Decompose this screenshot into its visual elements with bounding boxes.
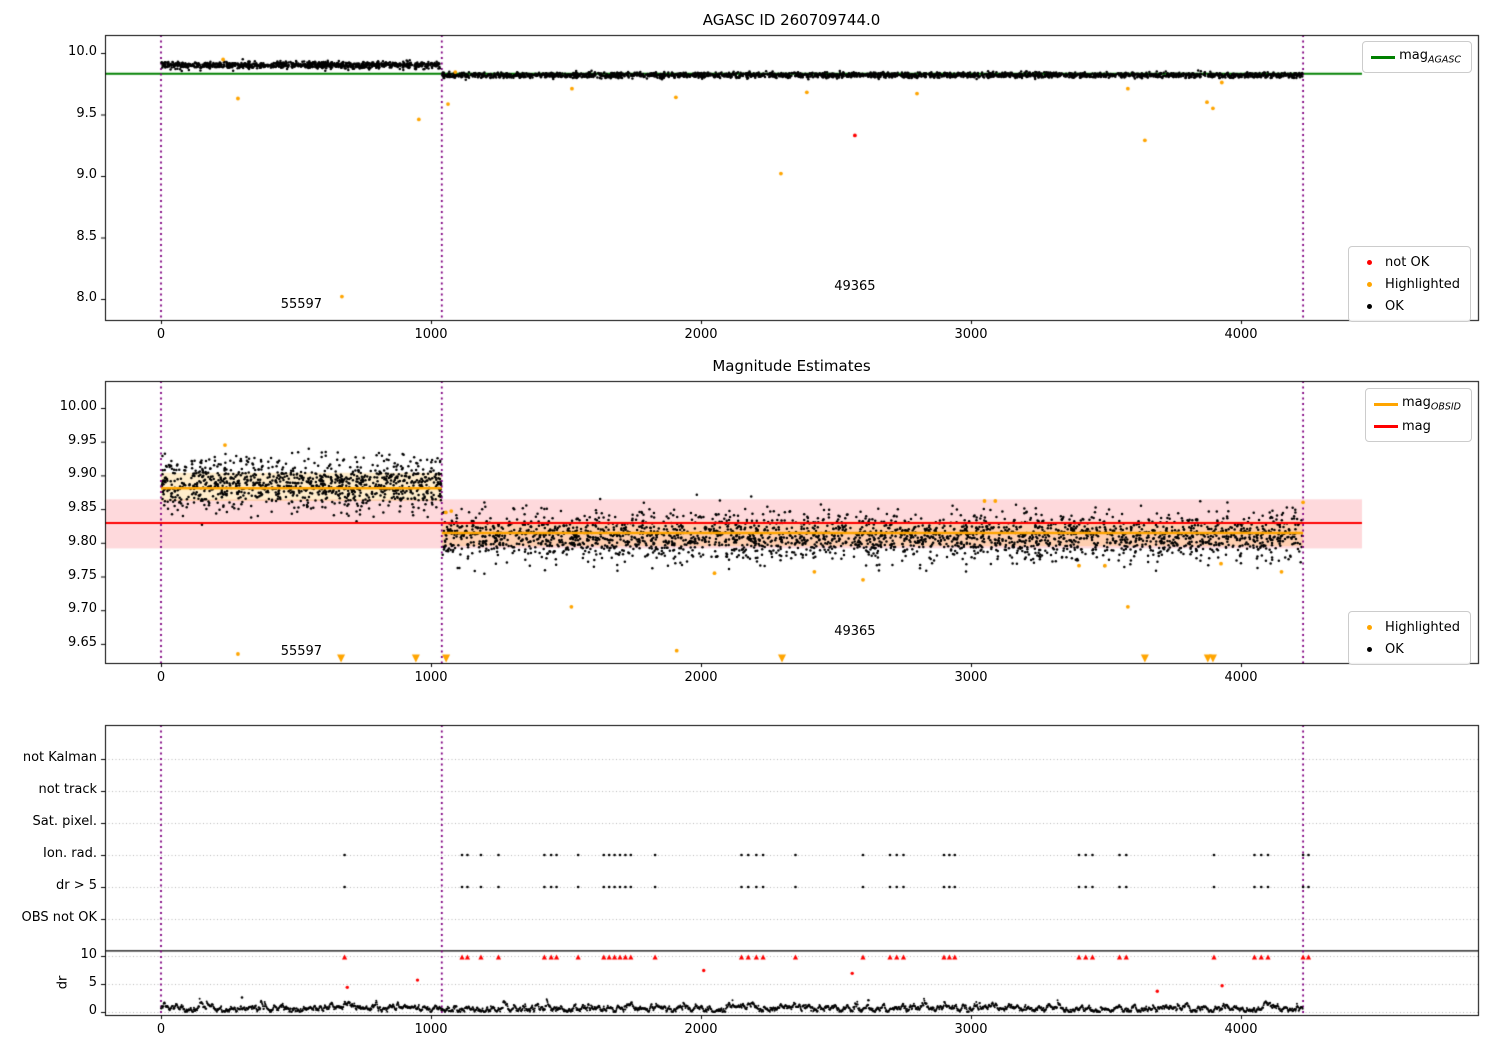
x-tick-label: 4000: [1224, 670, 1258, 685]
legend-item-label: Highlighted: [1385, 276, 1460, 292]
legend-dot-marker: [1353, 646, 1385, 652]
obsid-annotation: 55597: [280, 643, 323, 659]
y-tick-label: 9.5: [76, 105, 97, 121]
x-tick-label: 1000: [414, 327, 448, 342]
y-tick-label: 9.80: [68, 533, 97, 549]
panel1-title: AGASC ID 260709744.0: [702, 11, 881, 29]
legend-dot-marker: [1353, 259, 1385, 265]
dr-tick-label: 10: [80, 947, 97, 962]
legend-item-label: OK: [1385, 641, 1404, 657]
legend-line-swatch: [1370, 424, 1402, 428]
y-tick-label: 9.70: [68, 601, 97, 617]
legend-item: Highlighted: [1353, 616, 1460, 638]
obsid-annotation: 49365: [834, 278, 876, 294]
y-tick-label: 9.90: [68, 466, 97, 482]
legend-point-status-panel2: Highlighted OK: [1348, 611, 1471, 665]
legend-item: Highlighted: [1353, 273, 1460, 295]
x-tick-label: 0: [156, 670, 166, 685]
flag-row-label: OBS not OK: [21, 910, 98, 925]
legend-item: not OK: [1353, 251, 1460, 273]
legend-item: magOBSID: [1370, 393, 1461, 415]
y-tick-label: 9.75: [68, 567, 97, 583]
legend-item: OK: [1353, 295, 1460, 317]
x-tick-label: 3000: [954, 1022, 988, 1037]
flag-row-label: Ion. rad.: [43, 846, 97, 861]
x-tick-label: 1000: [414, 1022, 448, 1037]
figure: AGASC ID 260709744.0 Magnitude Estimates…: [0, 0, 1500, 1050]
y-tick-label: 8.0: [76, 290, 97, 305]
legend-item-label: magOBSID: [1401, 395, 1461, 413]
legend-point-status-panel1: not OK Highlighted OK: [1348, 246, 1471, 322]
x-tick-label: 4000: [1224, 1022, 1258, 1037]
legend-item-label: OK: [1385, 298, 1404, 314]
y-tick-label: 8.5: [76, 228, 97, 244]
legend-line-swatch: [1367, 55, 1399, 59]
legend-item-label: not OK: [1385, 254, 1430, 270]
dr-axis-label: dr: [55, 975, 71, 990]
legend-dot-marker: [1353, 303, 1385, 309]
legend-dot-marker: [1353, 624, 1385, 630]
legend-item: mag: [1370, 415, 1461, 437]
x-tick-label: 3000: [954, 670, 988, 685]
y-tick-label: 9.65: [68, 634, 97, 650]
x-tick-label: 3000: [954, 327, 988, 342]
legend-item-label: mag: [1401, 418, 1431, 434]
legend-mag-lines: magOBSID mag: [1364, 388, 1472, 442]
y-tick-label: 9.85: [68, 500, 97, 516]
legend-line-swatch: [1370, 402, 1402, 406]
flag-row-label: Sat. pixel.: [32, 814, 97, 829]
x-tick-label: 1000: [414, 670, 448, 685]
flag-row-label: not Kalman: [22, 750, 97, 765]
legend-item-label: magAGASC: [1399, 48, 1461, 66]
plot-canvas: [0, 0, 1500, 1050]
obsid-annotation: 55597: [280, 297, 323, 313]
y-tick-label: 9.95: [68, 432, 97, 448]
legend-item: OK: [1353, 638, 1460, 660]
x-tick-label: 2000: [684, 670, 718, 685]
y-tick-label: 10.0: [68, 44, 97, 59]
legend-item-label: Highlighted: [1385, 619, 1460, 635]
legend-item: magAGASC: [1367, 46, 1461, 68]
y-tick-label: 10.00: [59, 399, 97, 414]
legend-dot-marker: [1353, 281, 1385, 287]
y-tick-label: 9.0: [76, 167, 97, 182]
x-tick-label: 0: [156, 327, 166, 342]
x-tick-label: 4000: [1224, 327, 1258, 342]
dr-tick-label: 0: [88, 1003, 97, 1018]
x-tick-label: 2000: [684, 1022, 718, 1037]
flag-row-label: dr > 5: [55, 878, 97, 893]
x-tick-label: 0: [156, 1022, 166, 1037]
obsid-annotation: 49365: [834, 624, 876, 640]
flag-row-label: not track: [38, 782, 97, 797]
panel2-title: Magnitude Estimates: [712, 357, 871, 375]
x-tick-label: 2000: [684, 327, 718, 342]
legend-mag-agasc: magAGASC: [1362, 41, 1472, 73]
dr-tick-label: 5: [88, 975, 97, 990]
